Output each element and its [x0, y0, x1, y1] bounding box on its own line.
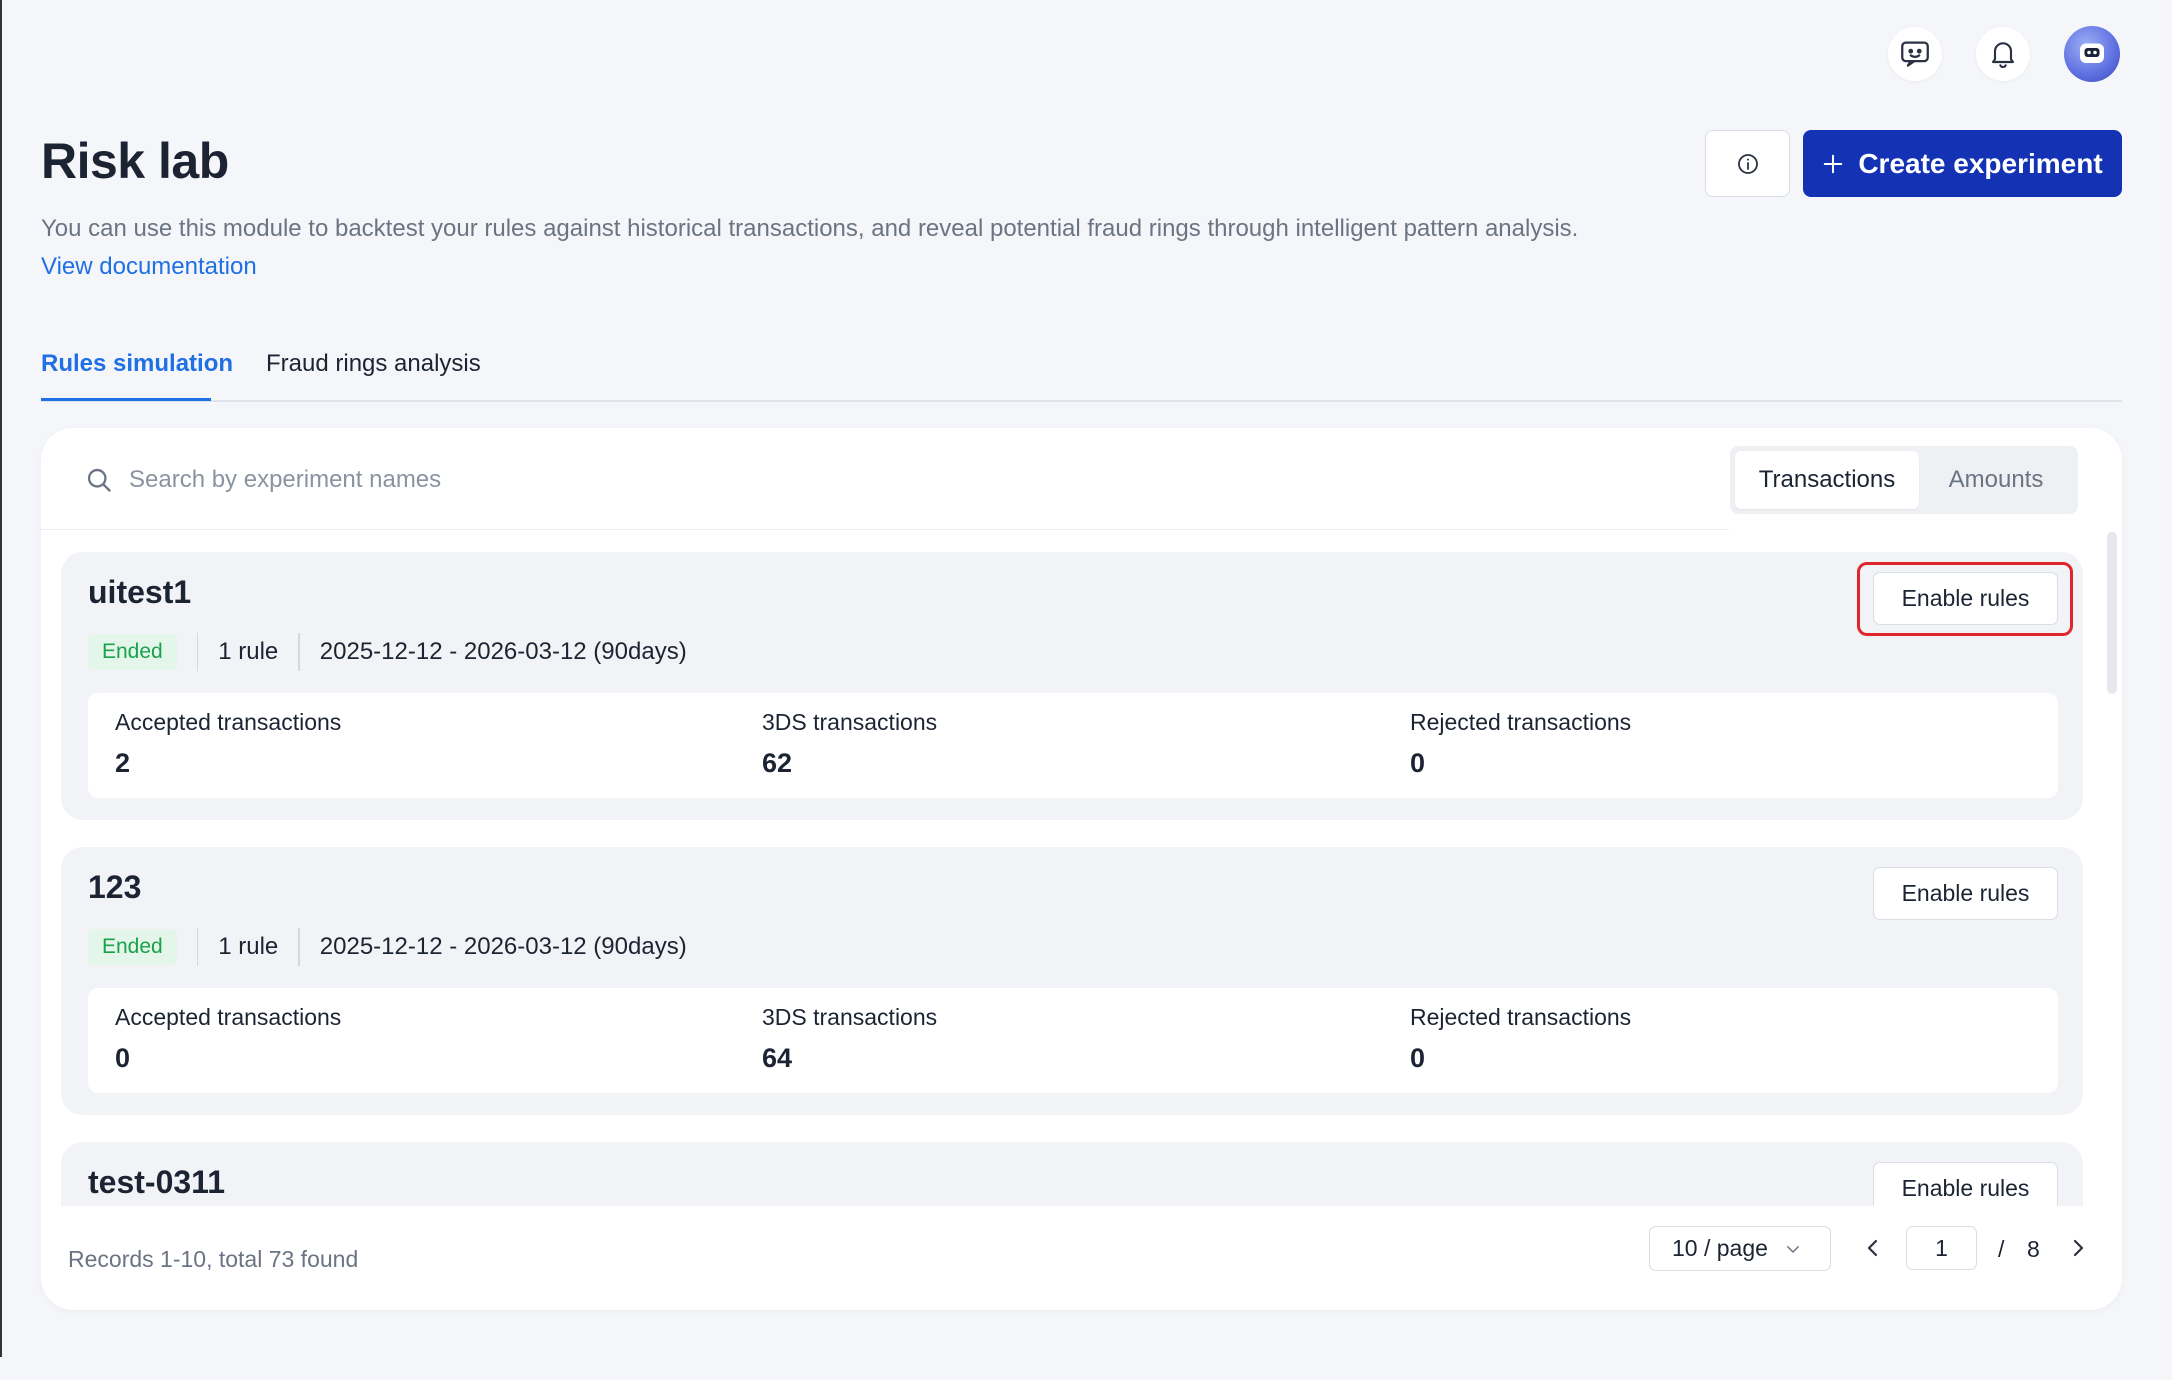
experiment-card: 123 Enable rules Ended 1 rule 2025-12-12… — [61, 847, 2083, 1115]
enable-rules-button[interactable]: Enable rules — [1873, 572, 2058, 625]
experiments-panel: Transactions Amounts uitest1 Enable rule… — [41, 428, 2122, 1310]
chevron-right-icon[interactable] — [2066, 1234, 2090, 1262]
total-pages: 8 — [2027, 1236, 2040, 1262]
experiment-name: 123 — [88, 869, 142, 905]
bell-icon — [1991, 42, 2015, 69]
feedback-icon — [1901, 41, 1929, 67]
experiment-meta: Ended 1 rule 2025-12-12 - 2026-03-12 (90… — [88, 925, 687, 969]
stat-label: Accepted transactions — [115, 709, 342, 735]
window-edge — [0, 0, 2, 1357]
rule-count: 1 rule — [218, 933, 279, 960]
stat-rejected: Rejected transactions 0 — [1410, 709, 1631, 779]
status-badge: Ended — [88, 929, 177, 965]
experiment-meta: Ended 1 rule 2025-12-12 - 2026-03-12 (90… — [88, 630, 687, 674]
stat-value: 0 — [1410, 1043, 1426, 1073]
stat-value: 64 — [762, 1043, 793, 1073]
experiment-card: test-0311 Enable rules — [61, 1142, 2083, 1206]
search-bar — [41, 428, 1729, 530]
info-icon — [1737, 153, 1758, 174]
stat-accepted: Accepted transactions 0 — [115, 1004, 341, 1074]
page-description: You can use this module to backtest your… — [41, 210, 1631, 286]
stat-3ds: 3DS transactions 64 — [762, 1004, 937, 1074]
create-experiment-button[interactable]: Create experiment — [1803, 130, 2122, 197]
status-badge: Ended — [88, 634, 177, 670]
page-number-input[interactable] — [1906, 1226, 1977, 1270]
experiment-name: test-0311 — [88, 1164, 225, 1200]
stat-label: 3DS transactions — [762, 1004, 938, 1030]
divider — [298, 633, 300, 671]
rule-count: 1 rule — [218, 638, 279, 665]
robot-avatar-icon — [2080, 43, 2104, 63]
description-text: You can use this module to backtest your… — [41, 215, 1579, 242]
pagination-footer: Records 1-10, total 73 found 10 / page /… — [41, 1206, 2122, 1310]
divider — [196, 633, 199, 671]
enable-rules-button[interactable]: Enable rules — [1873, 1162, 2058, 1206]
records-count: Records 1-10, total 73 found — [68, 1246, 359, 1272]
view-documentation-link[interactable]: View documentation — [41, 253, 257, 280]
list-scrollbar[interactable] — [2107, 532, 2117, 694]
top-toolbar — [1888, 26, 2120, 82]
info-button[interactable] — [1705, 130, 1790, 197]
experiment-list: uitest1 Enable rules Ended 1 rule 2025-1… — [61, 552, 2083, 1206]
experiment-name: uitest1 — [88, 574, 192, 610]
active-tab-indicator — [41, 398, 211, 401]
notifications-button[interactable] — [1976, 27, 2030, 81]
experiment-card: uitest1 Enable rules Ended 1 rule 2025-1… — [61, 552, 2083, 820]
search-input[interactable] — [129, 458, 1629, 502]
stat-3ds: 3DS transactions 62 — [762, 709, 937, 779]
stat-value: 0 — [115, 1043, 131, 1073]
page-title: Risk lab — [41, 133, 229, 189]
avatar[interactable] — [2064, 26, 2120, 82]
date-range: 2025-12-12 - 2026-03-12 (90days) — [319, 933, 687, 960]
tab-rules-simulation[interactable]: Rules simulation — [41, 350, 233, 378]
divider — [196, 928, 199, 966]
stat-value: 0 — [1410, 748, 1426, 778]
risk-lab-page: Risk lab You can use this module to back… — [0, 0, 2172, 1380]
stats-box: Accepted transactions 0 3DS transactions… — [88, 988, 2058, 1093]
chevron-down-icon — [1786, 1245, 1799, 1253]
page-separator: / — [1998, 1236, 2005, 1262]
search-icon — [87, 468, 111, 492]
tab-fraud-rings-analysis[interactable]: Fraud rings analysis — [266, 350, 481, 378]
stat-rejected: Rejected transactions 0 — [1410, 1004, 1631, 1074]
plus-icon — [1824, 154, 1843, 173]
stat-value: 62 — [762, 748, 793, 778]
toggle-amounts[interactable]: Amounts — [1919, 451, 2073, 509]
metric-toggle: Transactions Amounts — [1730, 446, 2078, 514]
create-experiment-label: Create experiment — [1858, 147, 2103, 179]
feedback-button[interactable] — [1888, 27, 1942, 81]
stat-value: 2 — [115, 748, 131, 778]
page-size-value: 10 / page — [1672, 1235, 1768, 1261]
stat-label: Rejected transactions — [1410, 1004, 1632, 1030]
stat-accepted: Accepted transactions 2 — [115, 709, 341, 779]
date-range: 2025-12-12 - 2026-03-12 (90days) — [319, 638, 687, 665]
toggle-transactions[interactable]: Transactions — [1735, 451, 1919, 509]
tab-bar: Rules simulation Fraud rings analysis — [41, 338, 2122, 402]
page-size-select[interactable]: 10 / page — [1649, 1226, 1831, 1271]
divider — [298, 928, 300, 966]
chevron-left-icon[interactable] — [1861, 1234, 1885, 1262]
stat-label: Rejected transactions — [1410, 709, 1632, 735]
enable-rules-button[interactable]: Enable rules — [1873, 867, 2058, 920]
stats-box: Accepted transactions 2 3DS transactions… — [88, 693, 2058, 798]
stat-label: Accepted transactions — [115, 1004, 342, 1030]
stat-label: 3DS transactions — [762, 709, 938, 735]
